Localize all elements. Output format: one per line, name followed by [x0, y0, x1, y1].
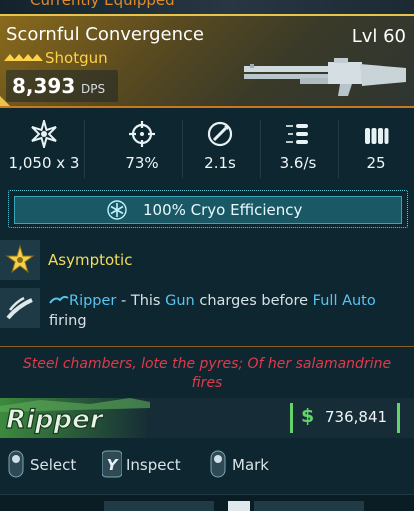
right-stick-button-icon: [210, 450, 226, 478]
stat-fire-rate-value: 3.6/s: [279, 154, 317, 172]
perk-asymptotic[interactable]: Asymptotic: [0, 240, 414, 280]
stat-reload-value: 2.1s: [204, 154, 236, 172]
footer-tab: [104, 501, 214, 511]
perk-icon-box: [0, 240, 40, 280]
rarity-chevrons-icon: [4, 54, 43, 61]
perk-icon-box: [0, 288, 40, 328]
asymptotic-star-icon: [5, 244, 35, 274]
perk-manufacturer: Ripper: [69, 293, 117, 309]
snowflake-icon: [107, 200, 127, 220]
item-name: Scornful Convergence: [6, 24, 204, 45]
ripper-slash-icon: [6, 296, 33, 320]
action-bar: Select Y Inspect Mark: [0, 446, 414, 482]
stat-separator: [84, 120, 85, 178]
item-type: Shotgun: [45, 49, 108, 67]
footer-bar: [0, 494, 414, 511]
stat-magazine: 25: [338, 116, 414, 182]
perk-desc-text: - This: [116, 293, 166, 309]
perk-keyword-gun: Gun: [165, 293, 195, 309]
reload-time-icon: [207, 121, 233, 147]
damage-burst-icon: [31, 120, 57, 148]
y-button-icon: Y: [102, 450, 122, 478]
stat-damage: 1,050 x 3: [6, 116, 82, 182]
stat-fire-rate: 3.6/s: [260, 116, 336, 182]
brand-price-band: Ripper $ 736,841: [0, 398, 414, 438]
stat-damage-value: 1,050 x 3: [8, 154, 80, 172]
fire-rate-icon: [286, 124, 308, 144]
mark-label: Mark: [232, 456, 269, 474]
flavor-text: Steel chambers, lote the pyres; Of her s…: [22, 356, 392, 391]
magazine-size-icon: [365, 128, 389, 144]
currently-equipped-label: Currently Equipped: [30, 0, 175, 9]
currency-symbol: $: [301, 405, 315, 427]
item-level: Lvl 60: [351, 26, 406, 47]
brand-logo-text: Ripper: [6, 405, 105, 435]
perk-keyword-mode: Full Auto: [312, 293, 376, 309]
left-stick-button-icon: [8, 450, 24, 478]
inspect-label: Inspect: [126, 456, 181, 474]
element-label: 100% Cryo Efficiency: [143, 201, 303, 219]
flavor-divider: [0, 346, 414, 347]
manufacturer-logo: Ripper: [0, 398, 150, 438]
perk-title: Asymptotic: [48, 251, 133, 269]
stats-row: 1,050 x 3 73% 2.1s 3.6/s 25: [0, 116, 414, 182]
select-label: Select: [30, 456, 77, 474]
footer-tab-indicator: [228, 501, 250, 511]
price-box: $ 736,841: [290, 403, 400, 433]
dps-label: DPS: [81, 82, 106, 96]
ripper-brand-icon: [49, 295, 69, 304]
dps-value: 8,393: [12, 74, 76, 98]
shotgun-silhouette-icon: [244, 58, 406, 96]
accuracy-crosshair-icon: [129, 121, 155, 147]
stat-accuracy: 73%: [104, 116, 180, 182]
stat-magazine-value: 25: [366, 154, 386, 172]
price-amount: 736,841: [325, 408, 388, 426]
perk-desc-text: charges before: [194, 293, 313, 309]
header-divider: [0, 106, 414, 108]
perk-desc-text: firing: [49, 313, 87, 329]
ripper-logo-icon: Ripper: [0, 398, 150, 438]
item-header: Scornful Convergence Lvl 60 Shotgun 8,39…: [0, 14, 414, 106]
element-bar: 100% Cryo Efficiency: [14, 196, 402, 224]
header-corner-icon: [0, 96, 10, 106]
stat-accuracy-value: 73%: [125, 154, 159, 172]
perk-ripper[interactable]: Ripper - This Gun charges before Full Au…: [0, 288, 414, 336]
footer-tab: [254, 501, 364, 511]
stat-reload: 2.1s: [182, 116, 258, 182]
perk-description: Ripper - This Gun charges before Full Au…: [49, 291, 409, 331]
top-strip: Currently Equipped: [0, 0, 414, 14]
